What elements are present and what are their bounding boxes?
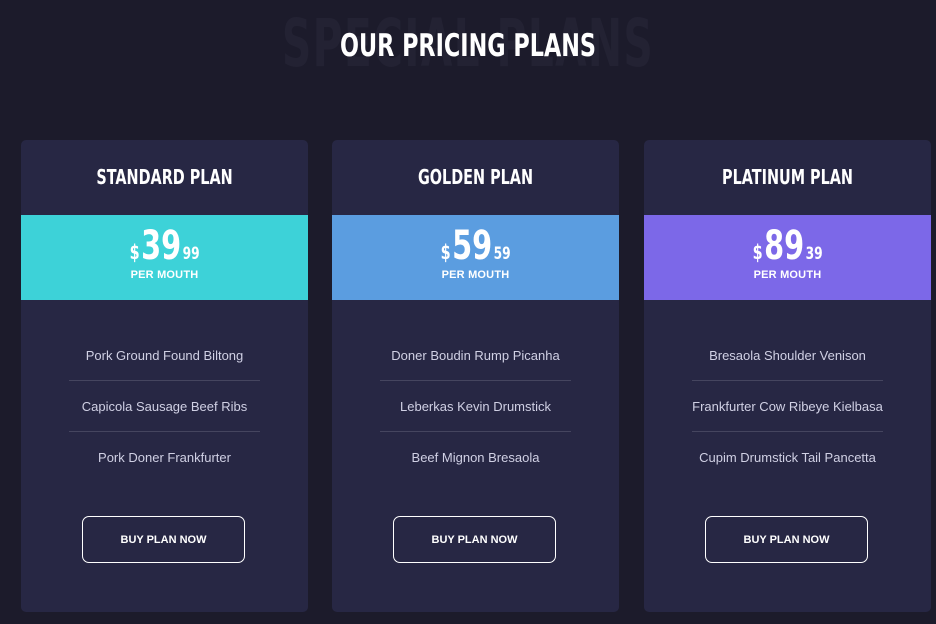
currency-symbol: $ (129, 240, 140, 264)
price-band: $8939 PER MOUTH (644, 215, 931, 300)
buy-plan-button[interactable]: BUY PLAN NOW (82, 516, 245, 563)
pricing-card-golden: GOLDEN PLAN $5959 PER MOUTH Doner Boudin… (332, 140, 619, 612)
pricing-card-standard: STANDARD PLAN $3999 PER MOUTH Pork Groun… (21, 140, 308, 612)
buy-plan-button[interactable]: BUY PLAN NOW (393, 516, 556, 563)
buy-plan-button[interactable]: BUY PLAN NOW (705, 516, 868, 563)
section-title: OUR PRICING PLANS (340, 28, 596, 64)
feature-item: Doner Boudin Rump Picanha (380, 330, 571, 381)
pricing-card-platinum: PLATINUM PLAN $8939 PER MOUTH Bresaola S… (644, 140, 931, 612)
feature-item: Capicola Sausage Beef Ribs (69, 381, 260, 432)
price: $5959 (332, 225, 619, 267)
price-band: $5959 PER MOUTH (332, 215, 619, 300)
price-cents: 59 (493, 244, 511, 264)
feature-item: Beef Mignon Bresaola (411, 450, 540, 465)
feature-item: Pork Ground Found Biltong (69, 330, 260, 381)
feature-item: Pork Doner Frankfurter (98, 450, 231, 465)
feature-list: Pork Ground Found Biltong Capicola Sausa… (69, 330, 260, 482)
plan-name: STANDARD PLAN (96, 165, 233, 189)
feature-list: Doner Boudin Rump Picanha Leberkas Kevin… (380, 330, 571, 482)
pricing-section: SPECIAL PLANS OUR PRICING PLANS STANDARD… (0, 0, 936, 624)
feature-item: Leberkas Kevin Drumstick (380, 381, 571, 432)
price-amount: 59 (451, 223, 493, 269)
price-period: PER MOUTH (753, 269, 822, 281)
price: $8939 (644, 225, 931, 267)
currency-symbol: $ (752, 240, 763, 264)
price-band: $3999 PER MOUTH (21, 215, 308, 300)
price-period: PER MOUTH (130, 269, 199, 281)
price-amount: 89 (763, 223, 805, 269)
feature-item: Cupim Drumstick Tail Pancetta (699, 450, 876, 465)
currency-symbol: $ (440, 240, 451, 264)
feature-item: Frankfurter Cow Ribeye Kielbasa (692, 381, 883, 432)
price-cents: 39 (805, 244, 823, 264)
price-cents: 99 (182, 244, 200, 264)
price-amount: 39 (140, 223, 182, 269)
feature-item: Bresaola Shoulder Venison (692, 330, 883, 381)
plan-name: GOLDEN PLAN (417, 165, 534, 189)
price: $3999 (21, 225, 308, 267)
price-period: PER MOUTH (441, 269, 510, 281)
plan-name: PLATINUM PLAN (722, 165, 853, 189)
feature-list: Bresaola Shoulder Venison Frankfurter Co… (692, 330, 883, 482)
